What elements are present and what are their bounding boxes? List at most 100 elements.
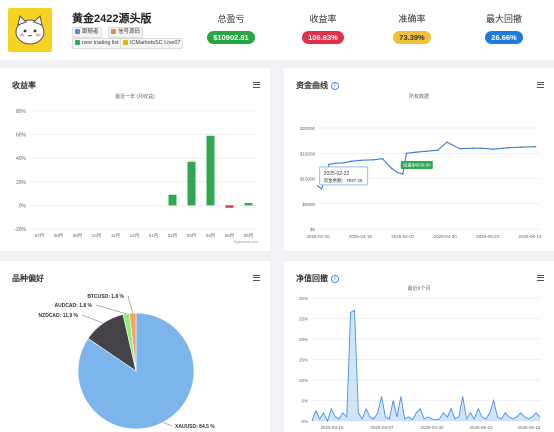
x-tick-label: 2025-04-30 bbox=[420, 425, 444, 430]
data-point bbox=[328, 163, 330, 166]
chart-subtitle: 最近6个月 bbox=[408, 285, 431, 292]
y-tick-label: $10000 bbox=[300, 177, 316, 182]
x-tick-label: 11月 bbox=[111, 233, 120, 239]
symbols-pie-chart: XAUUSD: 84.5 % NZDCAD: 11.9 % AUDCAD: 1.8 … bbox=[39, 294, 216, 430]
stat-value: 73.39% bbox=[393, 31, 431, 44]
y-tick-label: $15000 bbox=[300, 151, 316, 156]
x-tick-label: 04月 bbox=[206, 233, 216, 239]
bar bbox=[168, 194, 177, 206]
y-tick-label: 5% bbox=[301, 399, 308, 404]
equity-chart: 所有数据 $20000 $15000 $10000 $5000 $0 2025-02-20 2… bbox=[300, 93, 542, 239]
x-tick-label: 2025-05-23 bbox=[476, 234, 500, 239]
stat-total-pnl: 总盈亏 $10902.81 bbox=[196, 12, 266, 45]
stat-accuracy: 准确率 73.39% bbox=[377, 12, 447, 45]
pie-connector bbox=[95, 304, 127, 315]
bar bbox=[187, 161, 196, 206]
x-tick-label: 02月 bbox=[168, 233, 178, 239]
symbols-panel: 品种偏好 XAUUSD: 84.5 % NZDCAD: 11.9 % AUDCAD:… bbox=[0, 261, 270, 432]
x-tick-label: 01月 bbox=[149, 233, 159, 239]
data-point bbox=[534, 145, 537, 148]
bar bbox=[225, 205, 234, 208]
withdraw-label: 出金$4630.90 bbox=[403, 161, 431, 168]
y-tick-label: 20% bbox=[299, 337, 308, 342]
x-tick-label: 08月 bbox=[54, 233, 64, 239]
tag-icon bbox=[111, 29, 116, 34]
x-tick-label: 2025-03-15 bbox=[349, 234, 373, 239]
x-tick-label: 2025-06-15 bbox=[517, 425, 541, 430]
stat-value: $10902.81 bbox=[207, 31, 255, 44]
data-point bbox=[459, 147, 461, 150]
stat-label: 总盈亏 bbox=[217, 14, 245, 24]
tag-list: new trading list bbox=[72, 38, 122, 49]
y-tick-label: $5000 bbox=[302, 202, 315, 207]
data-point bbox=[425, 150, 428, 153]
x-tick-label: 05月 bbox=[225, 233, 235, 239]
tag-icon bbox=[123, 40, 128, 45]
data-point bbox=[519, 146, 522, 148]
data-point bbox=[350, 160, 352, 163]
chart-subtitle: 所有数据 bbox=[409, 93, 429, 100]
x-tick-label: 2025-04-07 bbox=[391, 234, 415, 239]
pie-connector bbox=[127, 295, 133, 314]
tag-follower: 跟随者 bbox=[72, 27, 102, 38]
pie-label: XAUUSD: 84.5 % bbox=[175, 424, 215, 430]
tooltip-date: 2025-02-22 bbox=[324, 171, 350, 177]
stat-label: 准确率 bbox=[398, 14, 426, 24]
pie-label: NZDCAD: 11.9 % bbox=[39, 313, 79, 319]
stat-label: 最大回撤 bbox=[485, 14, 522, 24]
y-tick-label: $0 bbox=[310, 227, 316, 232]
equity-panel: 资金曲线 i 所有数据 $20000 $15000 $10000 $5000 $0 2025-… bbox=[284, 68, 554, 251]
data-point bbox=[405, 152, 408, 155]
bar bbox=[206, 135, 215, 206]
x-tick-label: 2025-02-20 bbox=[306, 234, 330, 239]
x-tick-label: 2025-04-30 bbox=[434, 234, 458, 239]
tag-icon bbox=[75, 40, 80, 45]
y-tick-label: 10% bbox=[299, 378, 308, 383]
y-tick-label: 60% bbox=[16, 133, 27, 139]
x-tick-label: 07月 bbox=[35, 233, 45, 239]
data-point bbox=[317, 185, 319, 187]
stat-max-drawdown: 最大回撤 26.66% bbox=[469, 12, 539, 45]
tag-icon bbox=[75, 29, 80, 34]
x-tick-label: 2025-03-15 bbox=[320, 425, 344, 430]
stat-label: 收益率 bbox=[309, 14, 337, 24]
y-tick-label: 80% bbox=[16, 109, 27, 115]
data-point bbox=[390, 167, 393, 170]
y-tick-label: 40% bbox=[16, 156, 27, 162]
drawdown-area bbox=[312, 310, 540, 421]
chart-subtitle: 最近一年 (月收益) bbox=[115, 93, 155, 100]
y-tick-label: 0% bbox=[19, 203, 27, 209]
pie-connector bbox=[81, 314, 104, 324]
drawdown-panel: 净值回撤 i 最近6个月 30% 25% 20% 15% 10% 5% 0% 2025-03-15… bbox=[284, 261, 554, 432]
tag-signal: 信号源码 bbox=[108, 27, 144, 38]
data-point bbox=[437, 149, 439, 152]
stat-return-rate: 收益率 106.83% bbox=[288, 12, 358, 45]
tag-broker: ICMarketsSC Live07 bbox=[120, 38, 184, 49]
cat-avatar-icon bbox=[15, 15, 45, 45]
y-tick-label: 25% bbox=[299, 317, 308, 322]
chart-credit: Highcharts.com bbox=[234, 240, 258, 244]
data-point bbox=[446, 141, 448, 143]
data-point bbox=[414, 151, 417, 154]
x-tick-label: 06月 bbox=[244, 233, 254, 239]
pie-label: BTCUSD: 1.8 % bbox=[87, 294, 124, 300]
stat-value: 106.83% bbox=[302, 31, 344, 44]
data-point bbox=[333, 162, 336, 165]
y-tick-label: 0% bbox=[301, 419, 308, 424]
data-point bbox=[372, 159, 375, 161]
avatar bbox=[8, 8, 52, 52]
account-name: 黄金2422源头版 bbox=[72, 13, 152, 25]
data-point bbox=[320, 188, 323, 190]
returns-panel: 收益率 最近一年 (月收益) 80% 60% 40% 20% 0% -20% 07月 08月 09… bbox=[0, 68, 270, 251]
bar bbox=[244, 203, 253, 206]
drawdown-chart: 最近6个月 30% 25% 20% 15% 10% 5% 0% 2025-03-15 2025-0… bbox=[299, 285, 541, 430]
data-point bbox=[492, 148, 494, 151]
data-point bbox=[402, 173, 404, 175]
pie-connector bbox=[163, 422, 173, 427]
x-tick-label: 09月 bbox=[73, 233, 83, 239]
y-tick-label: $20000 bbox=[300, 126, 316, 131]
tooltip-text: 资金余额：7937.26 bbox=[324, 177, 363, 184]
data-point bbox=[507, 146, 509, 149]
x-tick-label: 10月 bbox=[92, 233, 102, 239]
x-tick-label: 12月 bbox=[130, 233, 140, 239]
